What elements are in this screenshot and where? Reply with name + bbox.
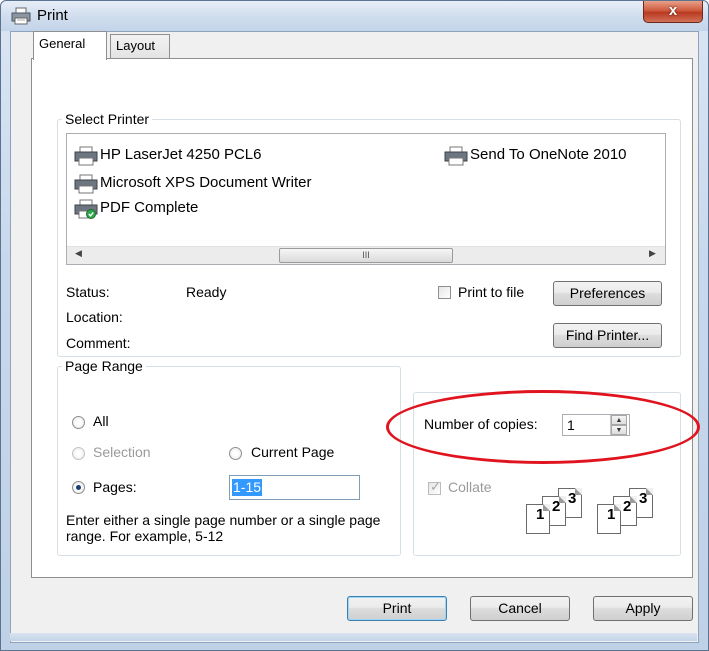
printer-list[interactable]: HP LaserJet 4250 PCL6 Send To OneNote 20… xyxy=(66,133,666,265)
collate-page: 1 xyxy=(597,504,621,534)
pages-input-value: 1-15 xyxy=(232,479,263,496)
comment-label: Comment: xyxy=(66,335,131,351)
collate-checkbox[interactable]: ✓ xyxy=(428,479,441,495)
window-title: Print xyxy=(37,7,68,24)
printer-item-pdf-complete[interactable]: PDF Complete xyxy=(73,197,433,219)
collate-label[interactable]: Collate xyxy=(448,479,492,495)
printer-icon xyxy=(444,146,468,166)
printer-name: Send To OneNote 2010 xyxy=(470,146,627,163)
printer-item-hp-laserjet[interactable]: HP LaserJet 4250 PCL6 xyxy=(73,144,433,166)
tab-general[interactable]: General xyxy=(33,31,107,60)
selection-radio[interactable] xyxy=(72,447,85,460)
printer-list-scrollbar[interactable]: ◀ III ▶ xyxy=(67,246,665,264)
scrollbar-thumb[interactable]: III xyxy=(279,248,453,263)
title-bar[interactable]: Print x xyxy=(1,1,708,31)
apply-button[interactable]: Apply xyxy=(593,596,693,621)
pages-radio[interactable] xyxy=(72,481,85,494)
window-bottom-frame xyxy=(10,633,697,641)
printer-icon xyxy=(74,174,98,194)
tab-layout[interactable]: Layout xyxy=(110,34,170,58)
all-label[interactable]: All xyxy=(93,413,109,429)
select-printer-legend: Select Printer xyxy=(65,111,150,127)
page-range-legend: Page Range xyxy=(65,358,143,374)
close-button[interactable]: x xyxy=(643,1,703,23)
printer-item-onenote[interactable]: Send To OneNote 2010 xyxy=(443,144,663,166)
status-label: Status: xyxy=(66,284,110,300)
pages-label[interactable]: Pages: xyxy=(93,479,137,495)
printer-name: HP LaserJet 4250 PCL6 xyxy=(100,146,262,163)
location-label: Location: xyxy=(66,309,123,325)
pages-input[interactable]: 1-15 xyxy=(229,475,360,500)
collate-page: 1 xyxy=(526,504,550,534)
status-value: Ready xyxy=(186,284,227,300)
print-to-file-checkbox[interactable] xyxy=(438,286,451,299)
preferences-button[interactable]: Preferences xyxy=(553,281,662,306)
current-page-radio[interactable] xyxy=(229,447,242,460)
page-range-hint: Enter either a single page number or a s… xyxy=(66,512,381,544)
highlight-oval xyxy=(386,390,700,464)
printer-name: Microsoft XPS Document Writer xyxy=(100,174,312,191)
current-page-label[interactable]: Current Page xyxy=(251,444,334,460)
all-radio[interactable] xyxy=(72,416,85,429)
scroll-right-icon[interactable]: ▶ xyxy=(649,248,656,259)
checkmark-icon: ✓ xyxy=(430,479,441,494)
find-printer-button[interactable]: Find Printer... xyxy=(553,323,662,348)
printer-name: PDF Complete xyxy=(100,199,199,216)
radio-selected-dot xyxy=(76,485,81,490)
printer-icon xyxy=(74,146,98,166)
printer-icon xyxy=(11,7,31,25)
selection-label[interactable]: Selection xyxy=(93,444,151,460)
collate-stack-1-icon: 3 2 1 xyxy=(526,488,584,536)
printer-default-check-icon xyxy=(74,199,98,219)
cancel-button[interactable]: Cancel xyxy=(470,596,570,621)
print-button[interactable]: Print xyxy=(347,596,447,621)
scroll-left-icon[interactable]: ◀ xyxy=(75,248,82,259)
printer-item-xps-writer[interactable]: Microsoft XPS Document Writer xyxy=(73,172,433,194)
collate-stack-2-icon: 3 2 1 xyxy=(597,488,655,536)
print-to-file-label[interactable]: Print to file xyxy=(458,284,524,300)
